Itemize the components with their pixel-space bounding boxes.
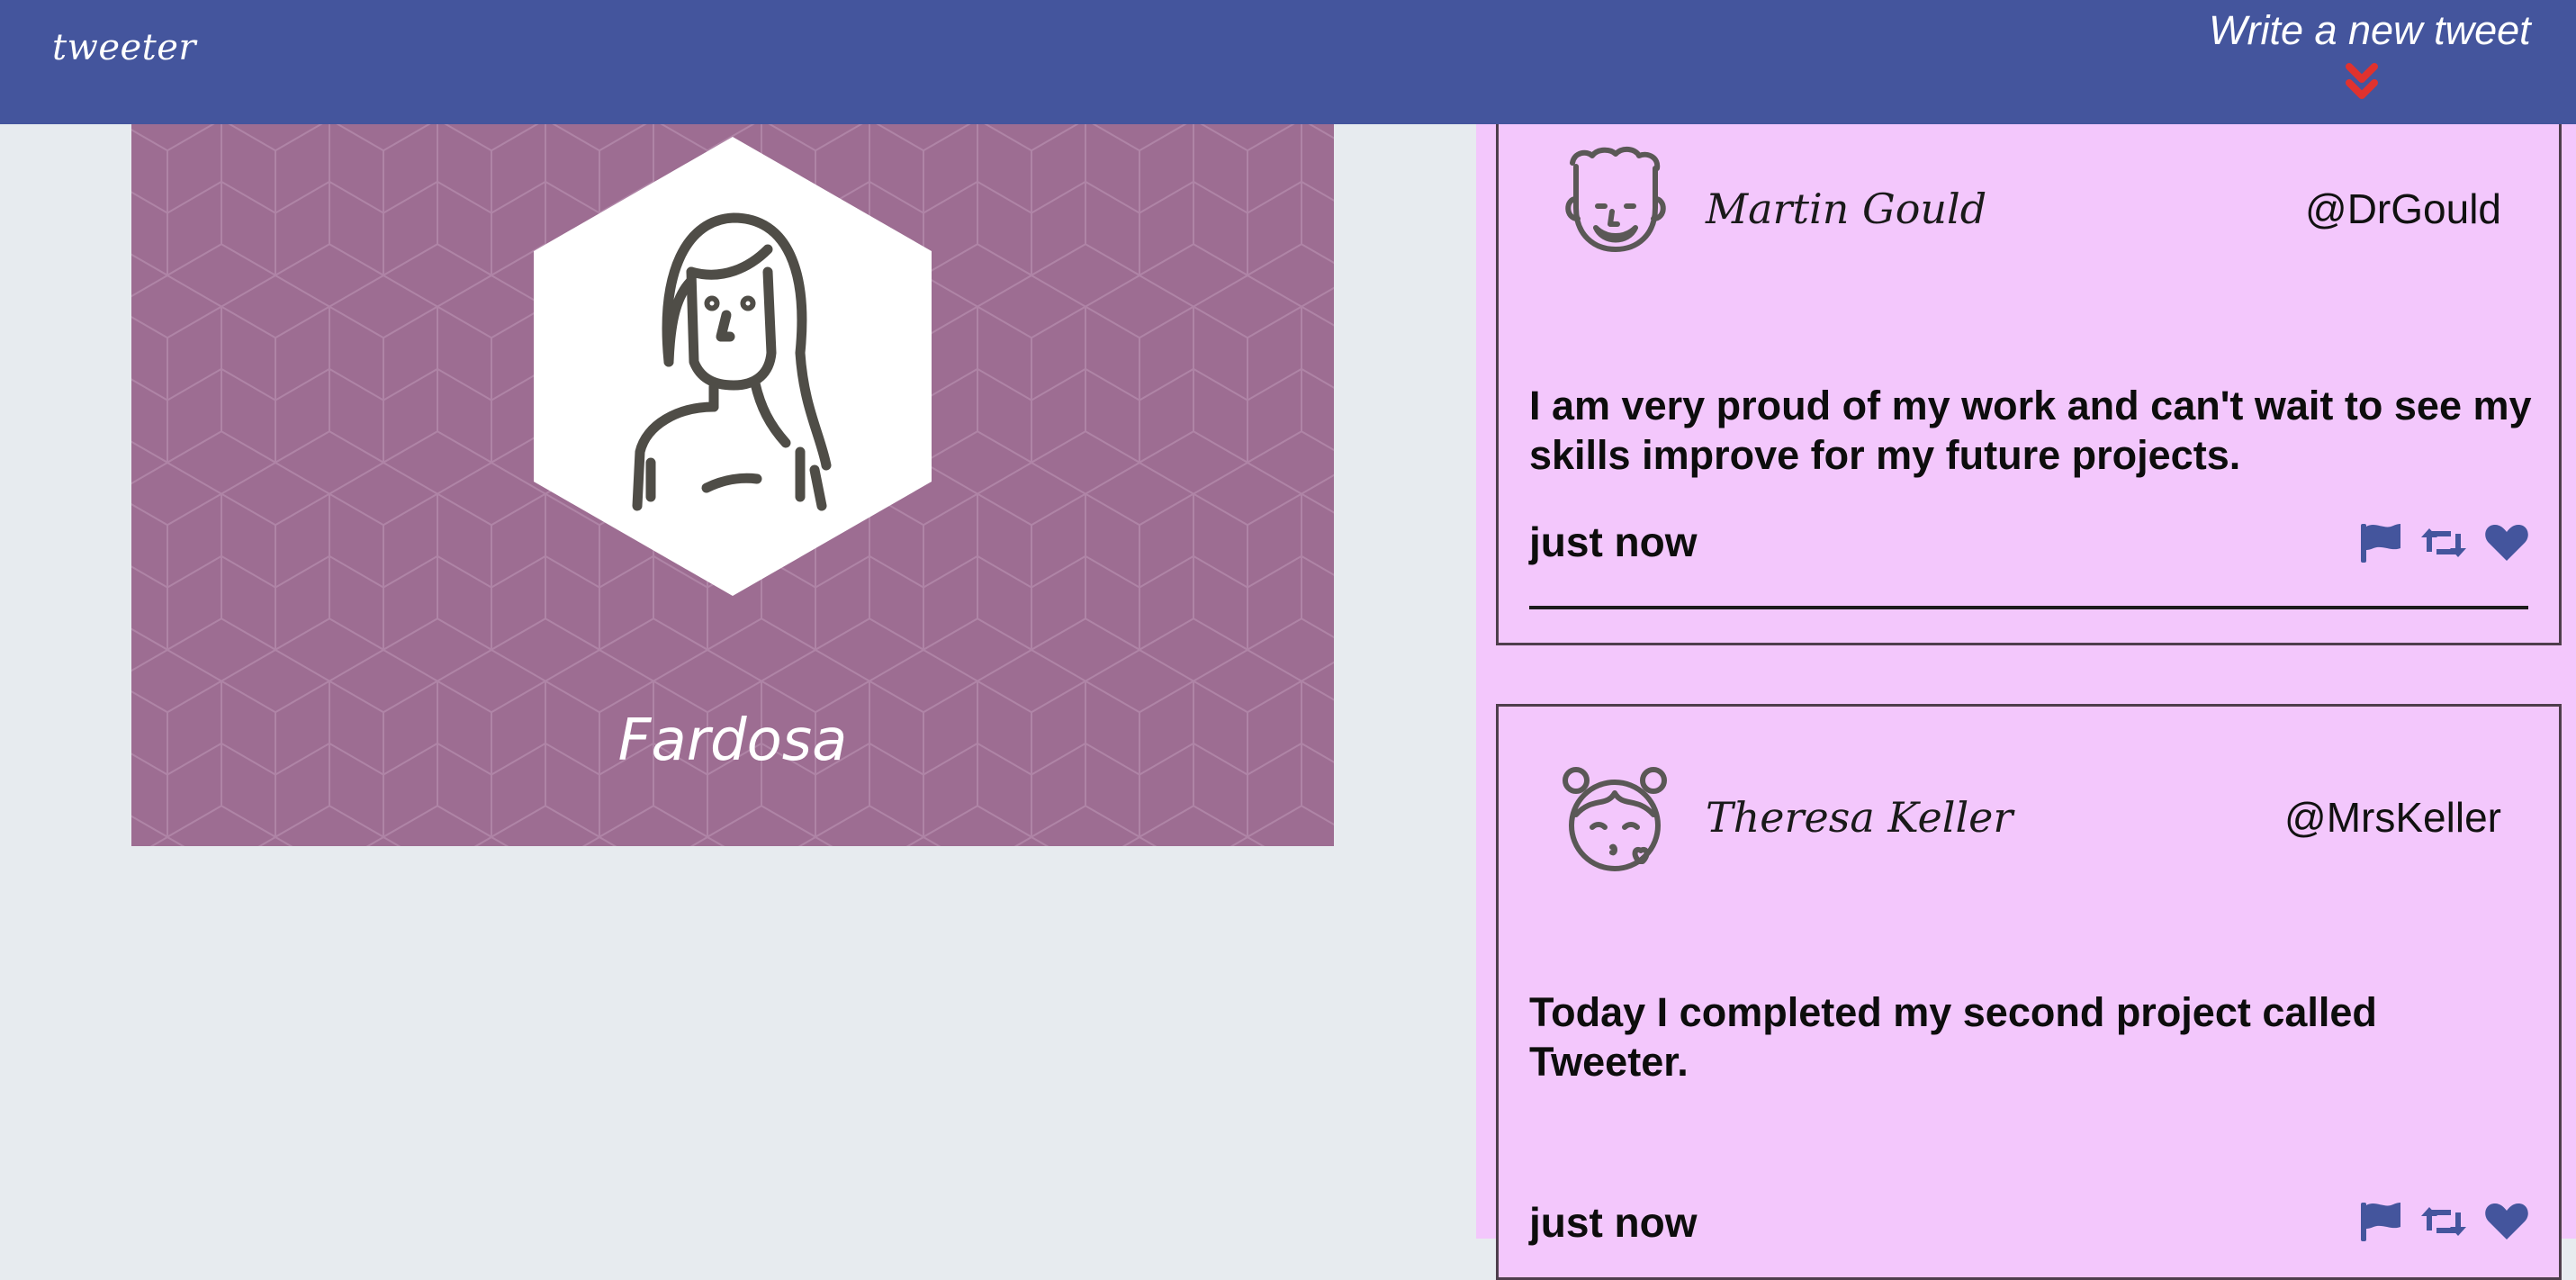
profile-card: Fardosa [131, 124, 1334, 846]
woman-bun-avatar-icon [1563, 767, 1667, 871]
tweet-card: Theresa Keller @MrsKeller Today I comple… [1496, 704, 2562, 1280]
flag-icon [2361, 1203, 2400, 1241]
tweet-author-name: Martin Gould [1706, 185, 1987, 233]
retweet-icon [2421, 1207, 2466, 1236]
tweet-divider [1529, 606, 2528, 609]
brand-logo[interactable]: tweeter [52, 27, 196, 68]
tweet-actions [2355, 1198, 2532, 1245]
flag-button[interactable] [2355, 1198, 2406, 1245]
write-new-tweet-button[interactable]: Write a new tweet [2209, 5, 2531, 113]
top-nav: tweeter Write a new tweet [0, 0, 2576, 124]
flag-button[interactable] [2355, 519, 2406, 566]
flag-icon [2361, 524, 2400, 563]
retweet-button[interactable] [2418, 1198, 2469, 1245]
tweet-author-handle: @MrsKeller [2284, 794, 2501, 841]
tweet-timestamp: just now [1529, 518, 1698, 565]
tweet-actions [2355, 519, 2532, 566]
tweet-card: Martin Gould @DrGould I am very proud of… [1496, 88, 2562, 645]
tweet-author-name: Theresa Keller [1706, 793, 2013, 842]
retweet-icon [2421, 528, 2466, 557]
heart-icon [2485, 1203, 2528, 1239]
tweet-feed: Martin Gould @DrGould I am very proud of… [1476, 88, 2576, 1280]
tweet-text: I am very proud of my work and can't wai… [1529, 383, 2532, 478]
tweet-author-handle: @DrGould [2305, 185, 2501, 232]
profile-name: Fardosa [617, 708, 848, 774]
like-button[interactable] [2481, 1198, 2532, 1245]
write-new-tweet-label: Write a new tweet [2209, 7, 2531, 53]
man-avatar-icon [1565, 147, 1666, 252]
retweet-button[interactable] [2418, 519, 2469, 566]
double-chevron-down-icon [2346, 63, 2378, 99]
woman-avatar-icon [534, 137, 932, 596]
heart-icon [2485, 525, 2528, 561]
tweet-text: Today I completed my second project call… [1529, 989, 2377, 1085]
like-button[interactable] [2481, 519, 2532, 566]
tweet-timestamp: just now [1529, 1199, 1698, 1246]
